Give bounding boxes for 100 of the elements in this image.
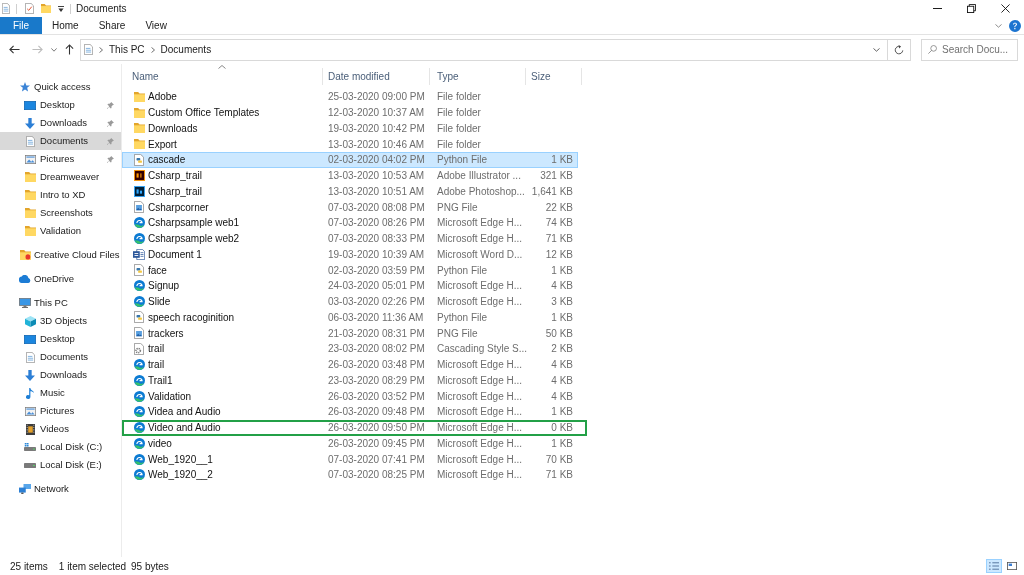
file-row[interactable]: Video and Audio 26-03-2020 09:50 PM Microsoft Edge H... 0 KB — [122, 419, 578, 436]
script-file-icon — [134, 264, 144, 277]
ps-file-icon — [133, 185, 145, 197]
file-row[interactable]: Csharpsample web1 07-03-2020 08:26 PM Microsoft Edge H... 74 KB — [122, 215, 578, 231]
nav-item[interactable]: Pictures — [0, 150, 121, 168]
nav-item[interactable]: Intro to XD — [0, 186, 121, 204]
file-row[interactable]: Csharp_trail 13-03-2020 10:51 AM Adobe Photoshop... 1,641 KB — [122, 183, 578, 200]
nav-item[interactable]: Validation — [0, 222, 121, 240]
file-row[interactable]: Slide 03-03-2020 02:26 PM Microsoft Edge H... 3 KB — [122, 293, 578, 310]
file-row[interactable]: trackers 21-03-2020 08:31 PM PNG File 50 KB — [122, 325, 578, 341]
nav-item[interactable]: 3D Objects — [0, 312, 121, 330]
file-row[interactable]: Csharpsample web2 07-03-2020 08:33 PM Microsoft Edge H... 71 KB — [122, 230, 578, 247]
file-name: Document 1 — [148, 247, 202, 262]
window-title: Documents — [76, 2, 127, 16]
nav-item[interactable]: Documents — [0, 348, 121, 366]
date-modified: 13-03-2020 10:53 AM — [327, 169, 426, 184]
file-row[interactable]: trail 26-03-2020 03:48 PM Microsoft Edge H... 4 KB — [122, 356, 578, 373]
date-modified: 07-03-2020 08:25 PM — [327, 468, 426, 483]
chevron-right-icon — [150, 46, 155, 53]
desktop-icon — [24, 334, 36, 344]
file-row[interactable]: Web_1920__2 07-03-2020 08:25 PM Microsoft Edge H... 71 KB — [122, 467, 578, 483]
file-size: 4 KB — [550, 389, 574, 404]
file-row[interactable]: Custom Office Templates 12-03-2020 10:37 AM File folder — [122, 104, 578, 121]
nav-item[interactable]: Pictures — [0, 402, 121, 420]
search-field[interactable]: Search Docu... — [921, 38, 1018, 61]
nav-item[interactable]: Downloads — [0, 366, 121, 384]
nav-item[interactable]: Local Disk (C:) — [0, 438, 121, 456]
date-modified: 26-03-2020 03:52 PM — [327, 389, 426, 404]
caret-down-icon[interactable] — [58, 5, 64, 12]
nav-item[interactable]: This PC — [0, 294, 121, 312]
edge-logo-icon — [133, 422, 145, 434]
column-header[interactable]: Type — [430, 68, 526, 85]
folder-icon — [133, 139, 145, 150]
file-row[interactable]: video 26-03-2020 09:45 PM Microsoft Edge H... 1 KB — [122, 435, 578, 452]
nav-item[interactable]: Creative Cloud Files — [0, 246, 121, 264]
file-row[interactable]: Export 13-03-2020 10:46 AM File folder — [122, 136, 578, 152]
edge-logo-icon — [133, 390, 145, 402]
nav-item[interactable]: Downloads — [0, 114, 121, 132]
file-row[interactable]: Validation 26-03-2020 03:52 PM Microsoft Edge H... 4 KB — [122, 388, 578, 404]
file-type: Microsoft Edge H... — [436, 216, 524, 231]
ribbon-tab[interactable]: File — [0, 17, 42, 34]
nav-item[interactable]: Desktop — [0, 330, 121, 348]
file-row[interactable]: Adobe 25-03-2020 09:00 PM File folder — [122, 89, 578, 105]
file-name: face — [148, 263, 167, 278]
drive-icon — [24, 462, 36, 468]
file-row[interactable]: Csharpcorner 07-03-2020 08:08 PM PNG File 22 KB — [122, 199, 578, 215]
file-row[interactable]: Trail1 23-03-2020 08:29 PM Microsoft Edge H... 4 KB — [122, 372, 578, 389]
file-name: cascade — [148, 153, 186, 168]
nav-item[interactable]: Network — [0, 480, 121, 498]
file-row[interactable]: trail 23-03-2020 08:02 PM Cascading Style S... 2 KB — [122, 341, 578, 357]
nav-item[interactable]: Documents — [0, 132, 121, 150]
file-row[interactable]: Csharp_trail 13-03-2020 10:53 AM Adobe Illustrator ... 321 KB — [122, 167, 578, 184]
file-size: 71 KB — [544, 232, 574, 247]
ribbon-tab[interactable]: View — [135, 17, 177, 34]
file-type: File folder — [436, 90, 482, 105]
checklist-icon[interactable] — [25, 3, 34, 14]
nav-item[interactable]: Desktop — [0, 96, 121, 114]
file-name: speech racoginition — [148, 310, 235, 325]
file-row[interactable]: Downloads 19-03-2020 10:42 PM File folder — [122, 120, 578, 137]
file-row[interactable]: Web_1920__1 07-03-2020 07:41 PM Microsoft Edge H... 70 KB — [122, 451, 578, 467]
file-name: trail — [148, 358, 165, 373]
gear-file-icon — [134, 342, 144, 355]
file-row[interactable]: cascade 02-03-2020 04:02 PM Python File 1 KB — [122, 152, 578, 168]
file-name: trackers — [148, 326, 184, 341]
view-button[interactable] — [986, 559, 1002, 573]
file-name: video — [148, 436, 172, 451]
nav-item[interactable]: OneDrive — [0, 270, 121, 288]
file-name: trail — [148, 342, 165, 357]
document-icon[interactable] — [2, 3, 10, 14]
nav-item[interactable]: Local Disk (E:) — [0, 456, 121, 474]
breadcrumb[interactable]: Documents — [157, 42, 215, 57]
file-row[interactable]: face 02-03-2020 03:59 PM Python File 1 KB — [122, 262, 578, 278]
date-modified: 06-03-2020 11:36 AM — [327, 310, 425, 325]
file-row[interactable]: Videa and Audio 26-03-2020 09:48 PM Microsoft Edge H... 1 KB — [122, 404, 578, 420]
folder-icon — [24, 226, 36, 236]
date-modified: 26-03-2020 03:48 PM — [327, 358, 426, 373]
breadcrumb[interactable]: This PC — [106, 42, 148, 57]
address-field[interactable]: This PC Documents — [80, 38, 911, 61]
view-button[interactable] — [1004, 559, 1020, 573]
folder-icon[interactable] — [41, 4, 51, 13]
ribbon-tab[interactable]: Home — [42, 17, 89, 34]
chevron-down-icon[interactable] — [995, 23, 1002, 28]
column-header[interactable]: Date modified — [323, 68, 430, 85]
nav-item[interactable]: Quick access — [0, 78, 121, 96]
minimize-icon — [932, 8, 942, 9]
document-icon — [84, 44, 93, 55]
nav-item[interactable]: Music — [0, 384, 121, 402]
file-row[interactable]: Signup 24-03-2020 05:01 PM Microsoft Edge H... 4 KB — [122, 278, 578, 294]
help-icon[interactable] — [1009, 19, 1021, 32]
date-modified: 02-03-2020 03:59 PM — [327, 263, 426, 278]
nav-item[interactable]: Screenshots — [0, 204, 121, 222]
nav-item[interactable]: Dreamweaver — [0, 168, 121, 186]
column-header[interactable]: Size — [526, 68, 582, 85]
date-modified: 26-03-2020 09:48 PM — [327, 405, 426, 420]
file-row[interactable]: speech racoginition 06-03-2020 11:36 AM Python File 1 KB — [122, 309, 578, 326]
nav-item[interactable]: Videos — [0, 420, 121, 438]
file-row[interactable]: Document 1 19-03-2020 10:39 AM Microsoft Word D... 12 KB — [122, 246, 578, 263]
column-header[interactable]: Name — [122, 68, 323, 85]
date-modified: 26-03-2020 09:50 PM — [327, 421, 426, 436]
ribbon-tab[interactable]: Share — [88, 17, 136, 34]
